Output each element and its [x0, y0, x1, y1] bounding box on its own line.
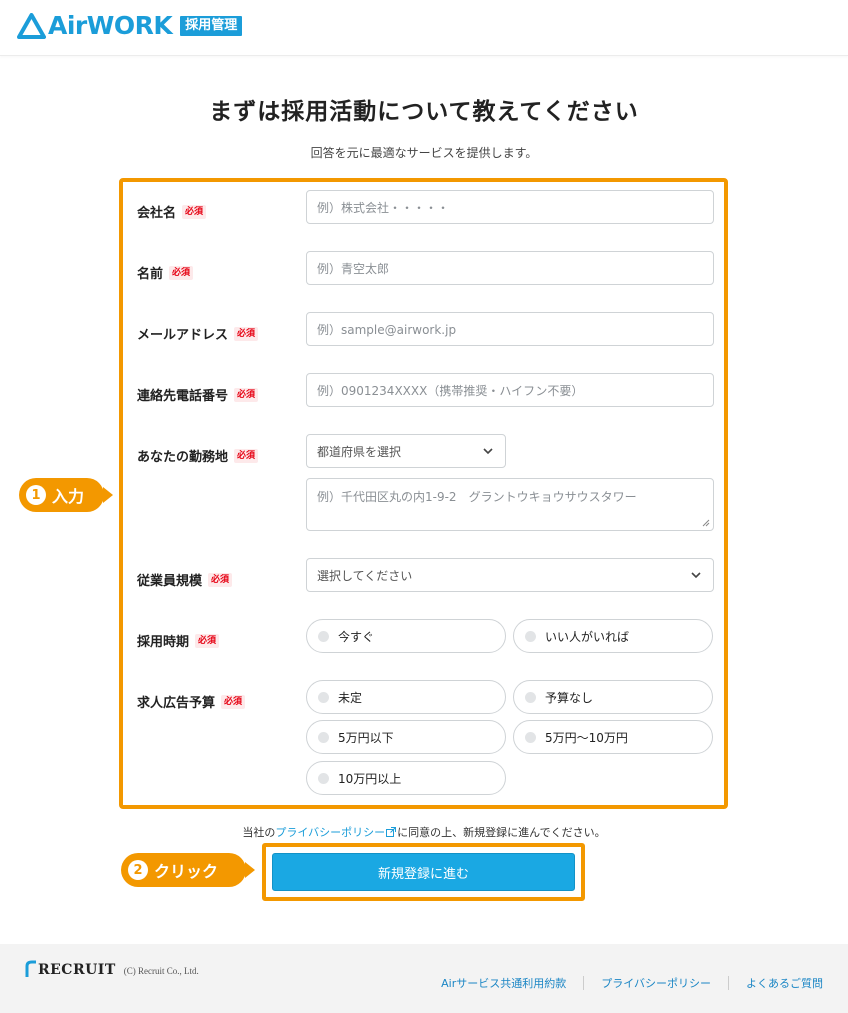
employees-label: 従業員規模 必須	[137, 570, 233, 589]
divider	[728, 976, 729, 990]
radio-icon	[525, 630, 536, 642]
company-label: 会社名 必須	[137, 202, 207, 221]
budget-option-50k-100k[interactable]: 5万円〜10万円	[513, 720, 713, 754]
budget-option-none[interactable]: 予算なし	[513, 680, 713, 714]
budget-option-over-100k[interactable]: 10万円以上	[306, 761, 506, 795]
radio-icon	[318, 691, 329, 703]
resize-handle-icon[interactable]	[702, 519, 710, 527]
chevron-down-icon	[691, 572, 701, 579]
email-label: メールアドレス 必須	[137, 324, 259, 343]
required-badge: 必須	[182, 204, 207, 219]
faq-link[interactable]: よくあるご質問	[746, 975, 823, 991]
hiring-timing-label: 採用時期 必須	[137, 631, 220, 650]
registration-form: 会社名 必須 例）株式会社・・・・・ 名前 必須 例）青空太郎 メールアドレス 必須 …	[119, 178, 728, 809]
step1-text: 入力	[52, 487, 85, 506]
employees-select[interactable]: 選択してください	[306, 558, 714, 592]
page-title: まずは採用活動について教えてください	[209, 99, 639, 125]
step1-callout: 1 入力	[19, 478, 113, 512]
radio-icon	[525, 691, 536, 703]
required-badge: 必須	[234, 448, 259, 463]
name-label: 名前 必須	[137, 263, 194, 282]
name-field[interactable]: 例）青空太郎	[306, 251, 714, 285]
terms-link[interactable]: Airサービス共通利用約款	[441, 975, 566, 991]
privacy-agreement-note: 当社のプライバシーポリシー に同意の上、新規登録に進んでください。	[242, 826, 606, 839]
logo-text: AirWORK	[48, 11, 173, 40]
budget-option-undecided[interactable]: 未定	[306, 680, 506, 714]
airwork-logo[interactable]: AirWORK 採用管理	[17, 11, 243, 41]
required-badge: 必須	[169, 265, 194, 280]
chevron-down-icon	[483, 448, 493, 455]
required-badge: 必須	[208, 572, 233, 587]
privacy-policy-link[interactable]: プライバシーポリシー	[275, 826, 385, 839]
company-field[interactable]: 例）株式会社・・・・・	[306, 190, 714, 224]
timing-option-now[interactable]: 今すぐ	[306, 619, 506, 653]
required-badge: 必須	[234, 326, 259, 341]
address-textarea[interactable]: 例）千代田区丸の内1-9-2 グラントウキョウサウスタワー	[306, 478, 714, 531]
budget-option-under-50k[interactable]: 5万円以下	[306, 720, 506, 754]
required-badge: 必須	[195, 633, 220, 648]
prefecture-select[interactable]: 都道府県を選択	[306, 434, 506, 468]
phone-label: 連絡先電話番号 必須	[137, 385, 259, 404]
site-header: AirWORK 採用管理	[0, 0, 848, 56]
step2-callout: 2 クリック	[121, 853, 255, 887]
footer-privacy-link[interactable]: プライバシーポリシー	[601, 975, 711, 991]
ad-budget-label: 求人広告予算 必須	[137, 692, 246, 711]
workplace-label: あなたの勤務地 必須	[137, 446, 259, 465]
air-logo-icon	[17, 13, 46, 39]
footer-links: Airサービス共通利用約款 プライバシーポリシー よくあるご質問	[441, 975, 823, 991]
divider	[583, 976, 585, 990]
register-submit-button[interactable]: 新規登録に進む	[272, 853, 575, 891]
recruit-logo: RECRUIT (C) Recruit Co., Ltd.	[25, 960, 199, 978]
step1-number: 1	[26, 485, 46, 505]
step2-text: クリック	[154, 862, 219, 881]
phone-field[interactable]: 例）0901234XXXX（携帯推奨・ハイフン不要）	[306, 373, 714, 407]
copyright: (C) Recruit Co., Ltd.	[123, 966, 199, 976]
required-badge: 必須	[221, 694, 246, 709]
external-link-icon	[386, 827, 397, 837]
step2-number: 2	[128, 860, 148, 880]
required-badge: 必須	[234, 387, 259, 402]
submit-highlight-frame: 新規登録に進む	[262, 843, 585, 901]
email-field[interactable]: 例）sample@airwork.jp	[306, 312, 714, 346]
radio-icon	[318, 772, 329, 784]
logo-badge: 採用管理	[180, 16, 243, 36]
timing-option-if-good[interactable]: いい人がいれば	[513, 619, 713, 653]
recruit-mark-icon	[25, 960, 36, 977]
site-footer: RECRUIT (C) Recruit Co., Ltd. Airサービス共通利…	[0, 944, 848, 1013]
page-subtitle: 回答を元に最適なサービスを提供します。	[310, 146, 538, 160]
radio-icon	[318, 630, 329, 642]
radio-icon	[525, 731, 536, 743]
radio-icon	[318, 731, 329, 743]
